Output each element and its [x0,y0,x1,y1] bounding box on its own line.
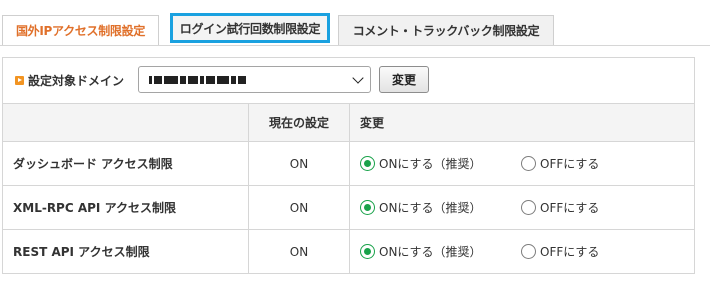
radio-checked-icon[interactable] [360,156,375,171]
row-status: ON [248,185,350,230]
radio-checked-icon[interactable] [360,244,375,259]
table-row: ダッシュボード アクセス制限 ON ONにする（推奨） OFFにする [2,141,695,186]
row-change-options: ONにする（推奨） OFFにする [349,229,695,274]
tab-foreign-ip-access-restriction[interactable]: 国外IPアクセス制限設定 [2,15,159,46]
redacted-domain [149,76,246,84]
domain-selector-bar: 設定対象ドメイン 変更 [2,57,695,103]
bullet-arrow-icon [15,76,24,85]
radio-off-label: OFFにする [540,157,600,171]
radio-on-label: ONにする（推奨） [379,157,482,171]
row-change-options: ONにする（推奨） OFFにする [349,185,695,230]
table-row: XML-RPC API アクセス制限 ON ONにする（推奨） OFFにする [2,185,695,230]
domain-label: 設定対象ドメイン [28,74,125,88]
domain-select[interactable] [138,66,371,93]
table-row: REST API アクセス制限 ON ONにする（推奨） OFFにする [2,229,695,274]
radio-on[interactable]: ONにする（推奨） [360,199,521,216]
row-name: REST API アクセス制限 [2,229,249,274]
radio-off[interactable]: OFFにする [521,199,599,216]
radio-on[interactable]: ONにする（推奨） [360,155,521,172]
radio-checked-icon[interactable] [360,200,375,215]
radio-off[interactable]: OFFにする [521,155,599,172]
change-domain-button[interactable]: 変更 [379,66,429,93]
radio-off-label: OFFにする [540,201,600,215]
settings-tabs: 国外IPアクセス制限設定 ログイン試行回数制限設定 コメント・トラックバック制限… [0,0,710,46]
row-name: ダッシュボード アクセス制限 [2,141,249,186]
radio-off[interactable]: OFFにする [521,243,599,260]
header-current-setting: 現在の設定 [248,103,350,142]
row-status: ON [248,229,350,274]
radio-on[interactable]: ONにする（推奨） [360,243,521,260]
header-change: 変更 [349,103,695,142]
tabs-divider [0,45,710,46]
radio-on-label: ONにする（推奨） [379,201,482,215]
radio-unchecked-icon[interactable] [521,156,536,171]
radio-unchecked-icon[interactable] [521,244,536,259]
radio-unchecked-icon[interactable] [521,200,536,215]
row-change-options: ONにする（推奨） OFFにする [349,141,695,186]
table-header-row: 現在の設定 変更 [2,103,695,142]
chevron-down-icon [352,72,364,84]
tab-comment-trackback-restriction[interactable]: コメント・トラックバック制限設定 [338,15,554,46]
access-restriction-table: 現在の設定 変更 ダッシュボード アクセス制限 ON ONにする（推奨） OFF… [2,103,695,274]
radio-off-label: OFFにする [540,245,600,259]
header-name [2,103,249,142]
radio-on-label: ONにする（推奨） [379,245,482,259]
tab-login-attempt-restriction[interactable]: ログイン試行回数制限設定 [170,13,330,43]
row-name: XML-RPC API アクセス制限 [2,185,249,230]
row-status: ON [248,141,350,186]
